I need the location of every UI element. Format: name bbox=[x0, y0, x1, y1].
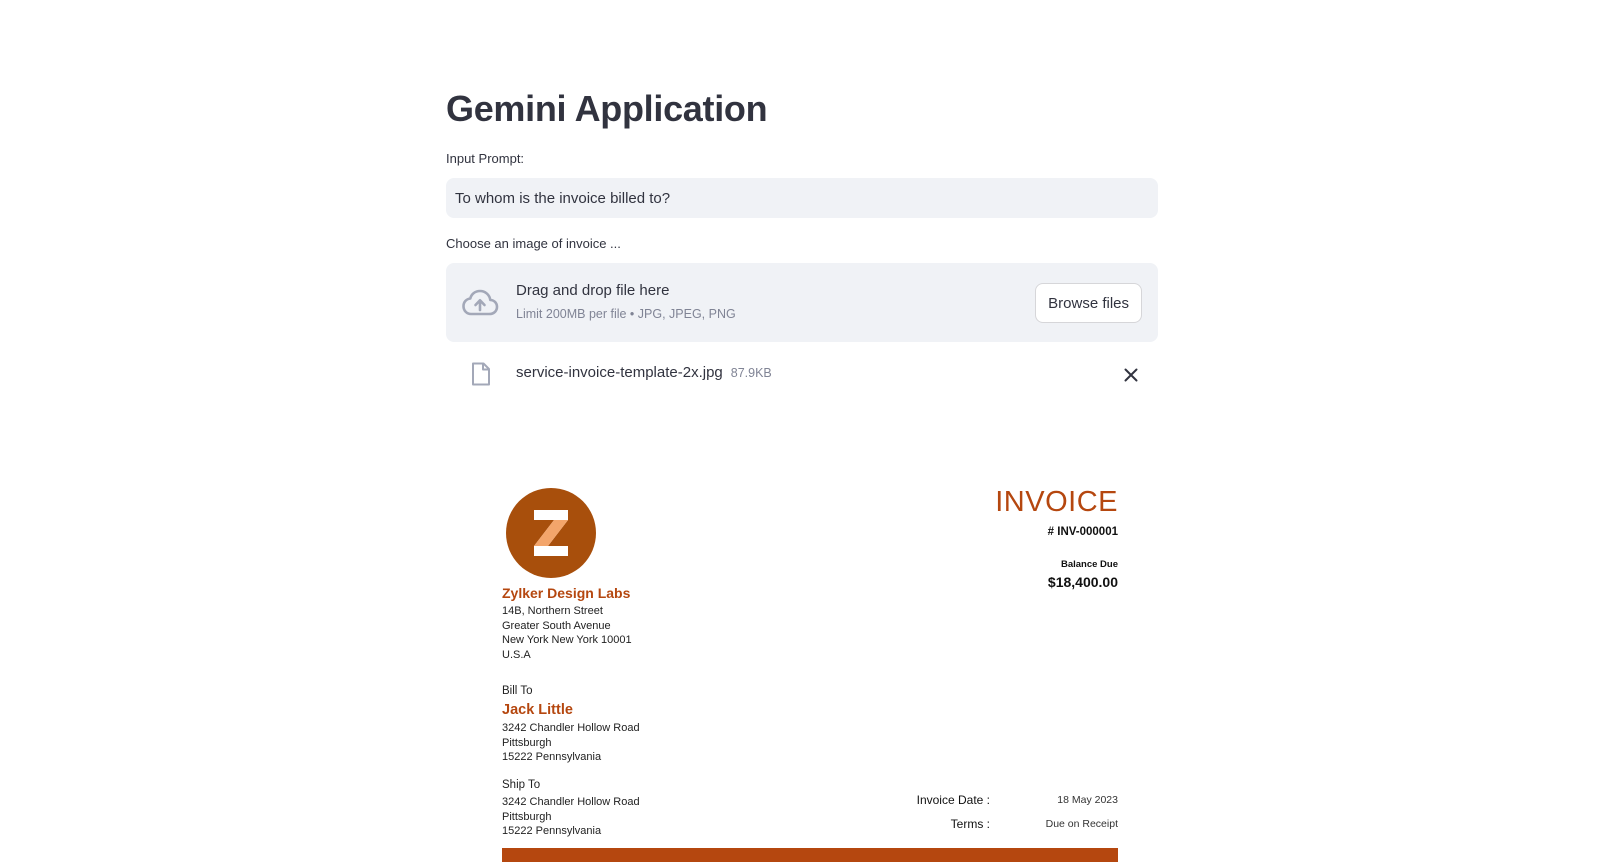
ship-to-label: Ship To bbox=[502, 779, 541, 791]
prompt-input[interactable] bbox=[446, 178, 1158, 218]
invoice-title: INVOICE bbox=[995, 486, 1118, 518]
dropzone-limit-text: Limit 200MB per file • JPG, JPEG, PNG bbox=[516, 307, 736, 321]
cloud-upload-icon bbox=[461, 287, 499, 319]
invoice-image: Zylker Design Labs 14B, Northern Street … bbox=[486, 470, 1118, 862]
invoice-date-value: 18 May 2023 bbox=[1057, 794, 1118, 806]
dropzone-instructions: Drag and drop file here bbox=[516, 282, 670, 299]
company-name: Zylker Design Labs bbox=[502, 585, 631, 601]
remove-file-button[interactable] bbox=[1120, 364, 1142, 386]
bill-to-address-line: 3242 Chandler Hollow Road bbox=[502, 722, 640, 734]
uploader-label: Choose an image of invoice ... bbox=[446, 236, 621, 251]
file-icon bbox=[471, 362, 491, 386]
company-address-line: Greater South Avenue bbox=[502, 619, 611, 632]
company-address-line: U.S.A bbox=[502, 648, 531, 661]
uploaded-file-size: 87.9KB bbox=[730, 366, 772, 380]
terms-label: Terms : bbox=[950, 817, 990, 831]
uploaded-file-name: service-invoice-template-2x.jpg 87.9KB bbox=[516, 364, 772, 381]
bill-to-address-line: Pittsburgh bbox=[502, 736, 552, 749]
uploaded-file-row: service-invoice-template-2x.jpg 87.9KB bbox=[446, 358, 1158, 392]
bill-to-address-line: 15222 Pennsylvania bbox=[502, 751, 602, 763]
balance-due-value: $18,400.00 bbox=[1047, 574, 1118, 590]
ship-to-address-line: 3242 Chandler Hollow Road bbox=[502, 796, 640, 808]
balance-due-label: Balance Due bbox=[1060, 559, 1118, 570]
bill-to-name: Jack Little bbox=[502, 702, 573, 718]
close-icon bbox=[1124, 368, 1138, 382]
ship-to-address-line: 15222 Pennsylvania bbox=[502, 825, 602, 837]
invoice-date-label: Invoice Date : bbox=[916, 793, 990, 807]
invoice-table-header bbox=[502, 848, 1118, 862]
company-address-line: 14B, Northern Street bbox=[502, 605, 603, 617]
company-address-line: New York New York 10001 bbox=[502, 634, 632, 646]
bill-to-label: Bill To bbox=[502, 685, 533, 697]
file-name-text: service-invoice-template-2x.jpg bbox=[516, 364, 723, 381]
terms-value: Due on Receipt bbox=[1045, 818, 1118, 830]
browse-files-button[interactable]: Browse files bbox=[1035, 283, 1142, 323]
file-dropzone[interactable]: Drag and drop file here Limit 200MB per … bbox=[446, 263, 1158, 342]
invoice-number: # INV-000001 bbox=[1047, 526, 1118, 538]
company-logo bbox=[506, 488, 596, 578]
ship-to-address-line: Pittsburgh bbox=[502, 810, 552, 823]
prompt-label: Input Prompt: bbox=[446, 151, 525, 166]
page-title: Gemini Application bbox=[446, 88, 768, 129]
